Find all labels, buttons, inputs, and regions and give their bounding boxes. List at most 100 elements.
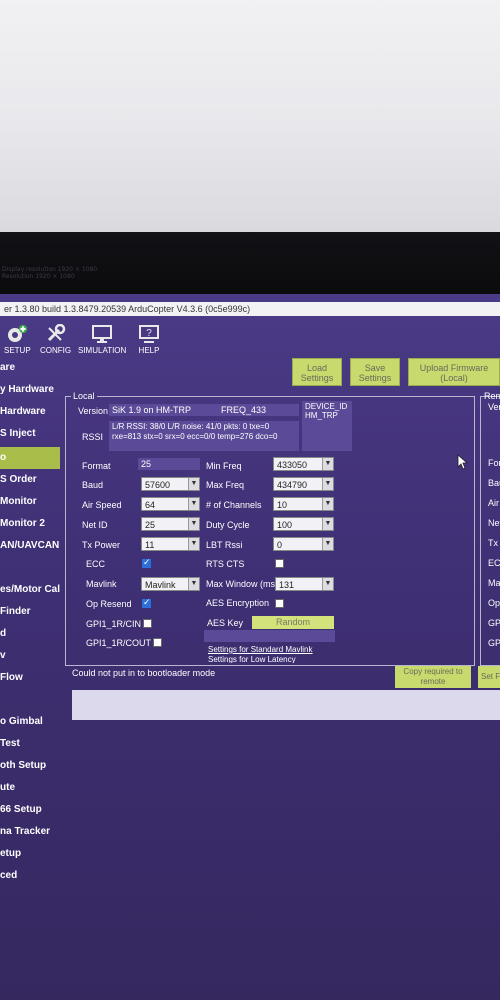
aesenc-checkbox[interactable] [275,599,284,608]
copy-to-remote-button[interactable]: Copy required to remote [395,666,471,688]
sidebar-item[interactable]: Flow [0,668,60,688]
lbt-value: 0 [277,540,283,550]
sidebar-item[interactable]: S Order [0,470,60,490]
txpower-label: Tx Power [82,540,121,550]
sidebar-item[interactable]: d [0,624,60,644]
config-button[interactable]: CONFIG [40,324,71,355]
standard-mavlink-link[interactable]: Settings for Standard Mavlink [208,645,313,654]
save-settings-button[interactable]: Save Settings [350,358,400,386]
version-value: SiK 1.9 on HM-TRP [112,405,192,415]
monitor-bezel [0,232,500,294]
format-label: Format [82,461,111,471]
sidebar-item[interactable]: Finder [0,602,60,622]
sidebar-item[interactable]: Monitor 2 [0,514,60,534]
help-button[interactable]: ? HELP [138,324,160,355]
rtscts-label: RTS CTS [206,559,245,569]
sidebar-item[interactable]: etup [0,844,60,864]
gpi1-cin-label: GPI1_1R/CIN [86,619,142,629]
sidebar-item[interactable]: o Gimbal [0,712,60,732]
channels-select[interactable]: 10 ▼ [273,497,334,511]
sidebar-item[interactable]: are [0,358,60,378]
maxfreq-value: 434790 [277,480,308,490]
rtscts-checkbox[interactable] [275,559,284,568]
minfreq-value: 433050 [277,460,308,470]
sidebar-item[interactable]: S Inject [0,424,60,444]
remote-label: For [488,458,500,468]
version-label: Version [78,406,109,416]
duty-label: Duty Cycle [206,520,250,530]
sidebar-item[interactable]: AN/UAVCAN [0,536,60,556]
setup-button[interactable]: SETUP [4,324,31,355]
aes-key-field[interactable] [204,630,335,642]
sidebar-item[interactable]: ute [0,778,60,798]
sidebar-item[interactable]: es/Motor Calib [0,580,60,600]
remote-label: Net [488,518,500,528]
sidebar-item[interactable]: na Tracker [0,822,60,842]
app-screen: er 1.3.80 build 1.3.8479.20539 ArduCopte… [0,294,500,1000]
airspeed-value: 64 [145,500,156,510]
sidebar-item-label: S Order [0,474,37,485]
mavlink-select[interactable]: Mavlink ▼ [141,577,200,591]
sidebar-item-label: etup [0,848,22,859]
sidebar-item[interactable]: oth Setup [0,756,60,776]
sidebar-item[interactable]: Test [0,734,60,754]
upload-firmware-button[interactable]: Upload Firmware (Local) [408,358,500,386]
sidebar-item-label: Test [0,738,20,749]
chevron-down-icon: ▼ [322,518,333,530]
maxfreq-select[interactable]: 434790 ▼ [273,477,334,491]
sidebar-item-active[interactable]: o [0,447,60,469]
background-wall [0,0,500,232]
txpower-select[interactable]: 11 ▼ [141,537,200,551]
opresend-label: Op Resend [86,599,132,609]
sidebar-item-label: o Gimbal [0,716,43,727]
sidebar-item-label: Hardware [0,406,46,417]
ecc-checkbox[interactable] [142,557,151,568]
setup-label: SETUP [4,346,31,355]
sidebar-item[interactable]: v [0,646,60,666]
duty-select[interactable]: 100 ▼ [273,517,334,531]
svg-text:?: ? [146,328,152,339]
gpi1-cin-checkbox[interactable] [143,619,152,628]
sidebar-item-label: d [0,628,7,639]
format-field: 25 [138,458,200,470]
chevron-down-icon: ▼ [188,538,199,550]
sidebar-item[interactable]: ced [0,866,60,886]
sidebar-item[interactable]: 66 Setup [0,800,60,820]
ecc-label: ECC [86,559,106,569]
netid-select[interactable]: 25 ▼ [141,517,200,531]
sidebar-item-label: 66 Setup [0,804,42,815]
sidebar-item-label: Finder [0,606,31,617]
simulation-button[interactable]: SIMULATION [78,324,126,355]
chevron-down-icon: ▼ [188,578,199,590]
gear-plus-icon [8,325,28,342]
load-settings-button[interactable]: Load Settings [292,358,342,386]
sidebar-item-label: oth Setup [0,760,47,771]
simulation-label: SIMULATION [78,346,127,355]
sidebar-item-label: ced [0,870,18,881]
baud-select[interactable]: 57600 ▼ [141,477,200,491]
sidebar-item-label: AN/UAVCAN [0,540,60,551]
sidebar-item[interactable]: Hardware [0,402,60,422]
airspeed-label: Air Speed [82,500,122,510]
main-toolbar: SETUP CONFIG SIMULATION ? HELP [0,320,500,360]
netid-label: Net ID [82,520,108,530]
airspeed-select[interactable]: 64 ▼ [141,497,200,511]
maxwindow-select[interactable]: 131 ▼ [275,577,334,591]
lbt-select[interactable]: 0 ▼ [273,537,334,551]
set-button[interactable]: Set F [478,666,500,688]
remote-label: Ma [488,578,500,588]
gpi1-cout-checkbox[interactable] [153,638,162,647]
sidebar-item-label: Monitor 2 [0,518,45,529]
sidebar-item[interactable]: y Hardware [0,380,60,400]
channels-label: # of Channels [206,500,262,510]
sidebar-item-label: are [0,362,16,373]
sidebar-item-label: na Tracker [0,826,51,837]
random-key-button[interactable]: Random [252,616,334,629]
sidebar-item[interactable]: Monitor [0,492,60,512]
rssi-label: RSSI [82,432,104,442]
gpi1-cout-label: GPI1_1R/COUT [86,638,152,648]
low-latency-link[interactable]: Settings for Low Latency [208,655,296,663]
opresend-checkbox[interactable] [142,597,151,608]
minfreq-select[interactable]: 433050 ▼ [273,457,334,471]
remote-label: Bau [488,478,500,488]
